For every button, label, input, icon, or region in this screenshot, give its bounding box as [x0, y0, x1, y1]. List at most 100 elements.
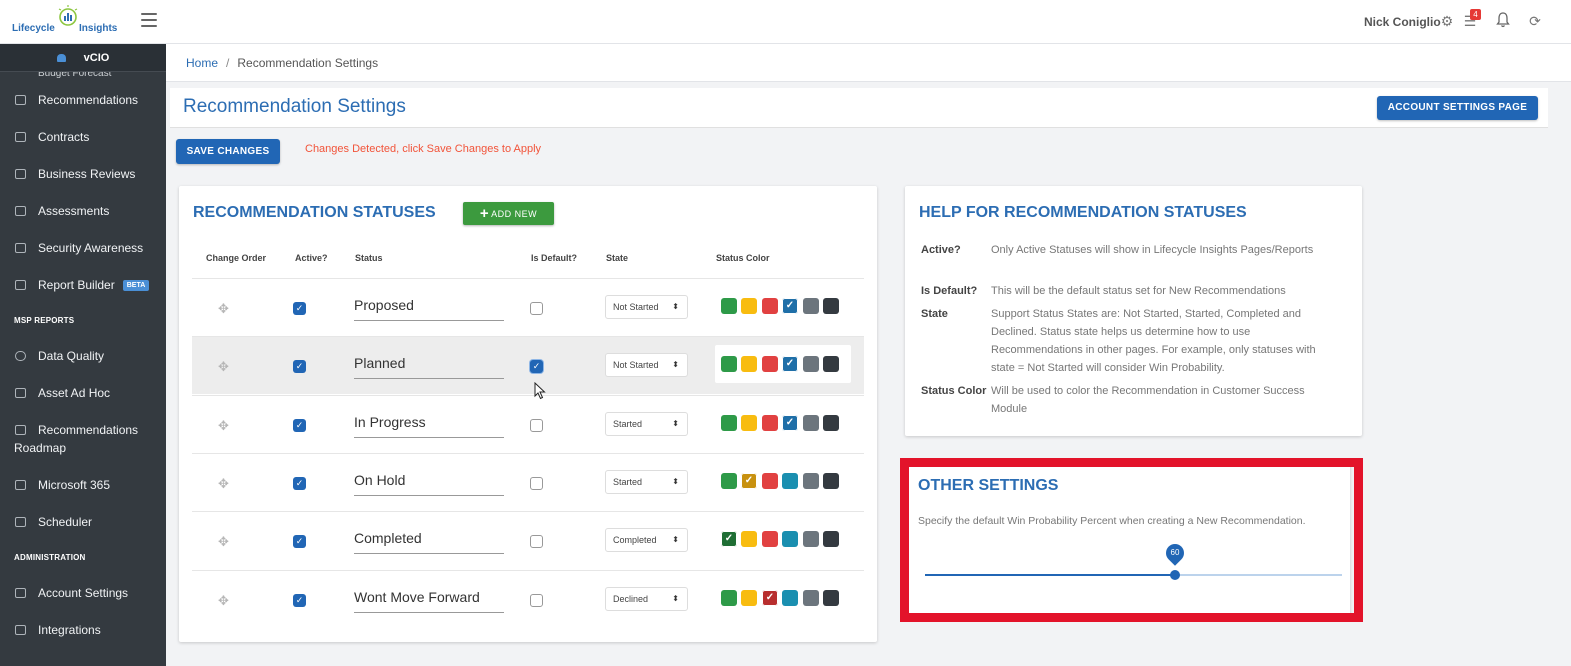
state-select[interactable]: Started ⬍: [605, 412, 688, 436]
color-swatch[interactable]: [762, 356, 778, 372]
state-select[interactable]: Started ⬍: [605, 470, 688, 494]
sidebar-item-integrations[interactable]: Integrations: [0, 612, 166, 649]
gear-icon[interactable]: ⚙: [1438, 12, 1456, 30]
color-swatch[interactable]: ✓: [782, 356, 798, 372]
copy-icon: [15, 169, 26, 179]
color-swatch[interactable]: [721, 415, 737, 431]
state-select[interactable]: Declined ⬍: [605, 587, 688, 611]
bell-icon[interactable]: [1494, 12, 1512, 30]
color-swatch[interactable]: [721, 298, 737, 314]
sidebar-item-asset-ad-hoc[interactable]: Asset Ad Hoc: [0, 375, 166, 412]
logo[interactable]: Lifecycle Insights: [10, 4, 122, 40]
state-select[interactable]: Not Started ⬍: [605, 353, 688, 377]
color-swatch[interactable]: [823, 356, 839, 372]
is-default-checkbox[interactable]: [530, 419, 543, 432]
sidebar-item-assessments[interactable]: Assessments: [0, 193, 166, 230]
refresh-icon[interactable]: ⟳: [1526, 12, 1544, 30]
color-swatch[interactable]: [823, 531, 839, 547]
active-checkbox[interactable]: ✓: [293, 594, 306, 607]
account-settings-page-button[interactable]: ACCOUNT SETTINGS PAGE: [1377, 96, 1538, 120]
state-select[interactable]: Not Started ⬍: [605, 295, 688, 319]
save-changes-button[interactable]: SAVE CHANGES: [176, 139, 280, 164]
status-row: ✥ ✓ In Progress Started ⬍ ✓: [192, 395, 864, 453]
page-title: Recommendation Settings: [183, 96, 406, 117]
drag-handle-icon[interactable]: ✥: [218, 476, 229, 492]
sidebar-item-scheduler[interactable]: Scheduler: [0, 504, 166, 541]
color-swatch[interactable]: [762, 298, 778, 314]
is-default-checkbox[interactable]: ✓: [530, 360, 543, 373]
recommendation-statuses-card: RECOMMENDATION STATUSES + ADD NEW Change …: [179, 186, 877, 642]
color-swatch[interactable]: [823, 415, 839, 431]
drag-handle-icon[interactable]: ✥: [218, 534, 229, 550]
sidebar-item-budget-forecast[interactable]: Budget Forecast: [0, 72, 166, 82]
color-swatch[interactable]: [762, 531, 778, 547]
sidebar-header[interactable]: vCIO: [0, 44, 166, 72]
sidebar-item-business-reviews[interactable]: Business Reviews: [0, 156, 166, 193]
color-swatch[interactable]: [823, 473, 839, 489]
color-swatch[interactable]: ✓: [762, 590, 778, 606]
user-name[interactable]: Nick Coniglio: [1364, 15, 1441, 29]
color-swatch[interactable]: [762, 415, 778, 431]
color-swatch[interactable]: [762, 473, 778, 489]
is-default-checkbox[interactable]: [530, 477, 543, 490]
color-swatch[interactable]: [721, 590, 737, 606]
color-swatch[interactable]: ✓: [721, 531, 737, 547]
menu-toggle-icon[interactable]: [141, 13, 157, 27]
color-swatch[interactable]: [741, 531, 757, 547]
color-swatch[interactable]: [803, 415, 819, 431]
drag-handle-icon[interactable]: ✥: [218, 418, 229, 434]
sidebar-item-report-builder[interactable]: Report Builder BETA: [0, 267, 166, 304]
drag-handle-icon[interactable]: ✥: [218, 301, 229, 317]
color-swatch[interactable]: [803, 531, 819, 547]
status-name-input[interactable]: Planned: [354, 355, 504, 379]
active-checkbox[interactable]: ✓: [293, 477, 306, 490]
sidebar-item-account-settings[interactable]: Account Settings: [0, 575, 166, 612]
color-swatch[interactable]: [741, 298, 757, 314]
sidebar-item-recommendations-roadmap[interactable]: Recommendations Roadmap: [0, 412, 166, 467]
drag-handle-icon[interactable]: ✥: [218, 359, 229, 375]
status-name-input[interactable]: In Progress: [354, 414, 504, 438]
drag-handle-icon[interactable]: ✥: [218, 593, 229, 609]
color-swatch[interactable]: [782, 531, 798, 547]
color-swatch[interactable]: [741, 415, 757, 431]
sidebar-item-recommendations[interactable]: Recommendations: [0, 82, 166, 119]
is-default-checkbox[interactable]: [530, 594, 543, 607]
sidebar-item-microsoft-365[interactable]: Microsoft 365: [0, 467, 166, 504]
color-swatch[interactable]: ✓: [782, 298, 798, 314]
breadcrumb-home-link[interactable]: Home: [186, 56, 218, 70]
status-name-input[interactable]: Completed: [354, 530, 504, 554]
sidebar-section-msp-reports: MSP REPORTS: [14, 316, 75, 325]
color-swatch[interactable]: [782, 473, 798, 489]
color-swatch[interactable]: [741, 356, 757, 372]
sidebar-item-data-quality[interactable]: Data Quality: [0, 338, 166, 375]
color-swatch[interactable]: ✓: [782, 415, 798, 431]
color-swatch[interactable]: [782, 590, 798, 606]
color-swatch[interactable]: [803, 356, 819, 372]
is-default-checkbox[interactable]: [530, 302, 543, 315]
state-select[interactable]: Completed ⬍: [605, 528, 688, 552]
active-checkbox[interactable]: ✓: [293, 302, 306, 315]
active-checkbox[interactable]: ✓: [293, 419, 306, 432]
color-swatch[interactable]: [741, 590, 757, 606]
active-checkbox[interactable]: ✓: [293, 360, 306, 373]
windows-icon: [15, 480, 26, 490]
status-name-input[interactable]: Proposed: [354, 297, 504, 321]
color-swatch[interactable]: [803, 590, 819, 606]
color-swatch[interactable]: [803, 298, 819, 314]
color-swatch[interactable]: ✓: [741, 473, 757, 489]
color-swatch[interactable]: [721, 356, 737, 372]
color-swatch[interactable]: [803, 473, 819, 489]
list-icon: [15, 425, 26, 435]
color-swatch[interactable]: [823, 298, 839, 314]
is-default-checkbox[interactable]: [530, 535, 543, 548]
color-swatch[interactable]: [823, 590, 839, 606]
sidebar-item-security-awareness[interactable]: Security Awareness: [0, 230, 166, 267]
status-name-input[interactable]: On Hold: [354, 472, 504, 496]
sidebar-item-contracts[interactable]: Contracts: [0, 119, 166, 156]
logo-word-1: Lifecycle: [12, 23, 55, 34]
status-color-picker: ✓: [715, 462, 851, 500]
add-new-button[interactable]: + ADD NEW: [463, 202, 554, 225]
color-swatch[interactable]: [721, 473, 737, 489]
status-name-input[interactable]: Wont Move Forward: [354, 589, 504, 613]
active-checkbox[interactable]: ✓: [293, 535, 306, 548]
